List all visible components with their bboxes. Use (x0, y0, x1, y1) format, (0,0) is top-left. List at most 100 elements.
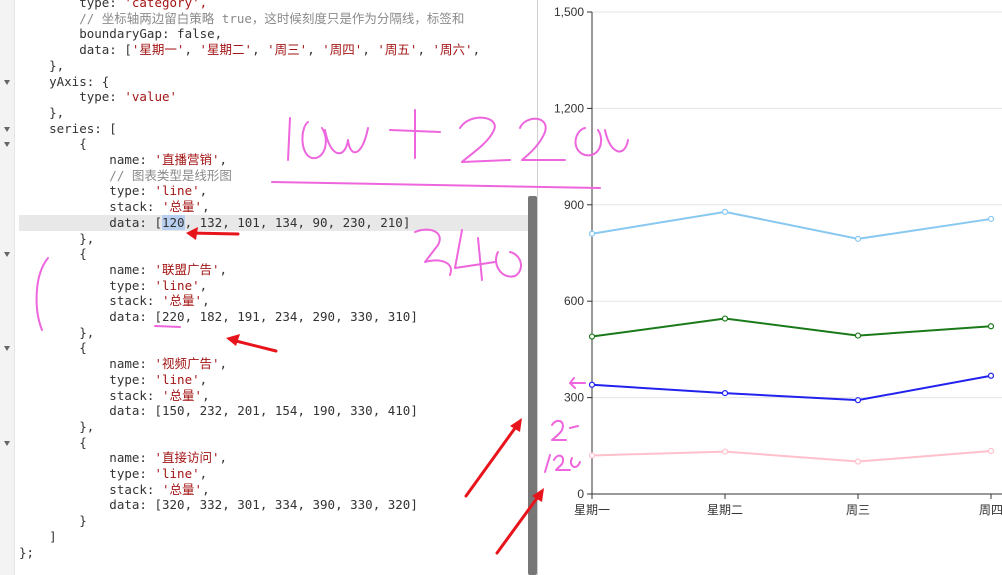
code-token: , (202, 199, 210, 215)
code-line[interactable]: stack: '总量', (19, 388, 528, 404)
code-token: '总量' (162, 387, 203, 403)
series-line (591, 210, 992, 240)
code-token: // 图表类型是线形图 (19, 167, 232, 183)
code-line[interactable]: // 图表类型是线形图 (19, 168, 528, 184)
code-token: boundaryGap: (19, 26, 178, 42)
code-token: '星期一' (131, 42, 185, 58)
code-token: { (19, 246, 87, 262)
code-token: '周四' (322, 42, 363, 58)
series-point (721, 448, 729, 455)
fold-arrow-icon[interactable] (4, 142, 10, 148)
series-point (854, 397, 862, 404)
series-line (591, 449, 992, 463)
code-token: , (202, 293, 210, 309)
code-line[interactable]: stack: '总量', (19, 199, 528, 215)
series-point (987, 372, 995, 379)
fold-arrow-icon[interactable] (4, 346, 10, 352)
code-line[interactable]: data: [320, 332, 301, 334, 390, 330, 320… (19, 497, 528, 513)
code-token: , (362, 42, 378, 58)
code-line[interactable]: }; (19, 545, 528, 561)
series-point (854, 235, 862, 242)
code-line[interactable]: name: '直播营销', (19, 152, 528, 168)
code-line[interactable]: type: 'line', (19, 466, 528, 482)
code-editor[interactable]: type: 'category', // 坐标轴两边留白策略 true，这时候刻… (0, 0, 528, 575)
fold-arrow-icon[interactable] (4, 79, 10, 85)
code-token: data: [150, 232, 201, 154, 190, 330, 410… (19, 403, 418, 419)
code-line[interactable]: { (19, 246, 528, 262)
code-line[interactable]: // 坐标轴两边留白策略 true，这时候刻度只是作为分隔线，标签和 (19, 11, 528, 27)
editor-scrollbar[interactable] (528, 196, 537, 575)
code-token: , (199, 371, 208, 387)
code-line[interactable]: stack: '总量', (19, 293, 528, 309)
code-token: 'line' (154, 183, 200, 199)
code-token: , (202, 387, 210, 403)
code-line[interactable]: data: [150, 232, 201, 154, 190, 330, 410… (19, 403, 528, 419)
code-token: , (199, 183, 208, 199)
code-token: 'line' (154, 371, 200, 387)
fold-arrow-icon[interactable] (4, 440, 10, 446)
code-token: , (219, 356, 228, 372)
code-line[interactable]: }, (19, 419, 528, 435)
code-token: , (202, 481, 210, 497)
code-token: , (199, 466, 208, 481)
code-token: stack: (19, 199, 162, 215)
code-token: }, (19, 57, 65, 73)
series-point (854, 332, 862, 339)
series-line (591, 317, 992, 338)
code-line[interactable]: }, (19, 58, 528, 74)
code-line[interactable]: data: [220, 182, 191, 234, 290, 330, 310… (19, 309, 528, 325)
code-line[interactable]: }, (19, 231, 528, 247)
code-token: '周五' (377, 42, 418, 58)
code-token: , (219, 152, 228, 167)
code-token: stack: (19, 293, 162, 309)
code-token: '星期二' (199, 42, 253, 58)
fold-arrow-icon[interactable] (4, 252, 10, 258)
fold-arrow-icon[interactable] (4, 126, 10, 132)
y-tick-label: 1,500 (554, 5, 584, 19)
code-line[interactable]: stack: '总量', (19, 482, 528, 498)
code-token: { (19, 340, 87, 356)
code-line[interactable]: type: 'line', (19, 183, 528, 199)
code-line[interactable]: ] (19, 529, 528, 545)
code-token: 'line' (154, 277, 200, 293)
code-token: }; (19, 544, 35, 560)
series-point (721, 208, 729, 215)
code-token: '总量' (162, 481, 203, 497)
code-token: name: (19, 261, 155, 277)
code-token: '视频广告' (154, 356, 220, 372)
code-token: name: (19, 356, 155, 372)
code-line[interactable]: { (19, 435, 528, 451)
code-token: , (417, 42, 433, 58)
code-line[interactable]: type: 'value' (19, 89, 528, 105)
code-line[interactable]: series: [ (19, 121, 528, 137)
code-token: , (307, 42, 323, 58)
code-token: // 坐标轴两边留白策略 true，这时候刻度只是作为分隔线，标签和 (19, 10, 465, 26)
code-line[interactable]: }, (19, 105, 528, 121)
code-line[interactable]: type: 'line', (19, 372, 528, 388)
editor-gutter (0, 0, 15, 575)
code-line[interactable]: type: 'category', (19, 0, 528, 11)
code-token: '直播营销' (154, 152, 220, 167)
y-tick-label: 900 (564, 198, 584, 212)
code-line[interactable]: { (19, 136, 528, 152)
code-line[interactable]: yAxis: { (19, 74, 528, 90)
code-line[interactable]: }, (19, 325, 528, 341)
code-line[interactable]: name: '视频广告', (19, 356, 528, 372)
code-line[interactable]: data: ['星期一', '星期二', '周三', '周四', '周五', '… (19, 42, 528, 58)
code-line[interactable]: boundaryGap: false, (19, 26, 528, 42)
code-line[interactable]: name: '联盟广告', (19, 262, 528, 278)
code-token: , (252, 42, 268, 58)
code-area[interactable]: type: 'category', // 坐标轴两边留白策略 true，这时候刻… (19, 0, 528, 575)
code-token: '总量' (162, 293, 203, 309)
code-line[interactable]: data: [120, 132, 101, 134, 90, 230, 210] (19, 214, 528, 231)
code-line[interactable]: name: '直接访问', (19, 450, 528, 466)
code-line[interactable]: type: 'line', (19, 278, 528, 294)
series-point (987, 323, 995, 330)
y-tick-label: 0 (577, 487, 584, 501)
code-line[interactable]: } (19, 513, 528, 529)
code-token: , 132, 101, 134, 90, 230, 210] (184, 214, 411, 230)
code-token: , (219, 450, 228, 466)
code-token: }, (19, 324, 95, 340)
series-point (588, 452, 596, 459)
code-line[interactable]: { (19, 340, 528, 356)
